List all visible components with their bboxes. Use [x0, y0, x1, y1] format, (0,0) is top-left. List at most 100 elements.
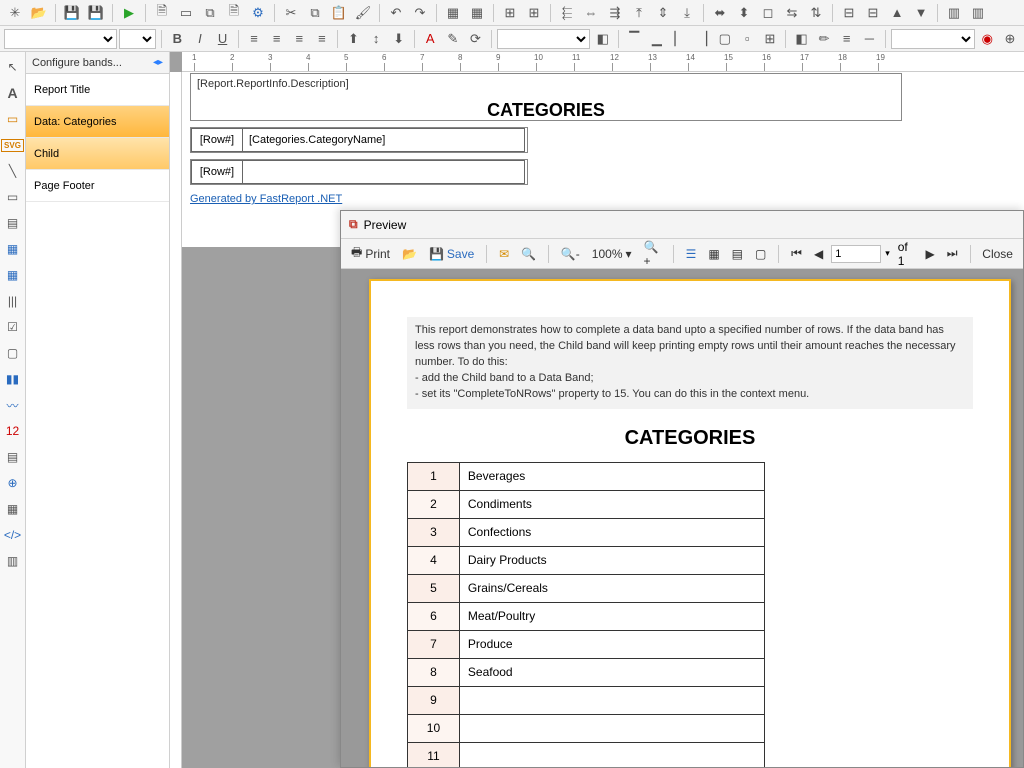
border-select[interactable]	[891, 29, 975, 49]
outline-icon[interactable]: ☰	[682, 245, 701, 263]
border-bottom-icon[interactable]: ▁	[647, 28, 668, 50]
underline-button[interactable]: U	[212, 28, 233, 50]
same-width-icon[interactable]: ⬌	[709, 2, 731, 24]
new-icon[interactable]: ✳	[4, 2, 26, 24]
picture-tool-icon[interactable]: ▭	[2, 108, 24, 130]
table-tool-icon[interactable]: ▦	[2, 238, 24, 260]
border-left-icon[interactable]: ▏	[669, 28, 690, 50]
open-icon[interactable]: 📂	[28, 2, 50, 24]
space-v-icon[interactable]: ⇅	[805, 2, 827, 24]
group-icon[interactable]: ▦	[442, 2, 464, 24]
print-button[interactable]: 🖶 Print	[347, 241, 394, 266]
valign-bottom-icon[interactable]: ⬇	[388, 28, 409, 50]
space-h-icon[interactable]: ⇆	[781, 2, 803, 24]
styles-icon[interactable]: ◧	[592, 28, 613, 50]
align-text-right-icon[interactable]: ≡	[289, 28, 310, 50]
page-footer-band[interactable]: Generated by FastReport .NET	[182, 193, 1024, 205]
format-paint-icon[interactable]: 🖌	[352, 2, 374, 24]
footer-link[interactable]: Generated by FastReport .NET	[182, 191, 342, 205]
celltext-tool-icon[interactable]: ▢	[2, 342, 24, 364]
snap-icon[interactable]: ⊞	[523, 2, 545, 24]
report-title-band[interactable]: [Report.ReportInfo.Description] CATEGORI…	[190, 73, 902, 121]
style-select[interactable]	[497, 29, 591, 49]
close-button[interactable]: Close	[978, 245, 1017, 263]
bold-button[interactable]: B	[167, 28, 188, 50]
save-icon[interactable]: 💾	[61, 2, 83, 24]
redo-icon[interactable]: ↷	[409, 2, 431, 24]
globe-tool-icon[interactable]: ⊕	[2, 472, 24, 494]
line-color-icon[interactable]: ✏	[814, 28, 835, 50]
same-height-icon[interactable]: ⬍	[733, 2, 755, 24]
delete-page-icon[interactable]: 🗎	[223, 2, 245, 24]
same-size-icon[interactable]: ◻	[757, 2, 779, 24]
zoom-level[interactable]: 100% ▾	[588, 245, 636, 263]
shape-tool-icon[interactable]: ▭	[2, 186, 24, 208]
align-right-icon[interactable]: ⇶	[604, 2, 626, 24]
center-h-icon[interactable]: ⊟	[838, 2, 860, 24]
ungroup-icon[interactable]: ▦	[466, 2, 488, 24]
extra1-icon[interactable]: ▥	[943, 2, 965, 24]
page-setup-icon[interactable]: ⚙	[247, 2, 269, 24]
zoom-out-icon[interactable]: 🔍-	[557, 245, 584, 263]
child-band[interactable]: [Row#]	[190, 159, 528, 185]
send-back-icon[interactable]: ▼	[910, 2, 932, 24]
line-style-icon[interactable]: ─	[859, 28, 880, 50]
grid-icon[interactable]: ⊞	[499, 2, 521, 24]
align-center-icon[interactable]: ⇔	[580, 2, 602, 24]
thumbnails-icon[interactable]: ▦	[704, 245, 723, 263]
pointer-icon[interactable]: ↖	[2, 56, 24, 78]
bands-collapse-icon[interactable]: ◂▸	[153, 57, 163, 68]
border-all-icon[interactable]: ▢	[714, 28, 735, 50]
edit-page-icon[interactable]: ▢	[751, 245, 770, 263]
data-band[interactable]: [Row#] [Categories.CategoryName]	[190, 127, 528, 153]
save-button[interactable]: 💾 Save	[425, 245, 478, 263]
child-row-cell[interactable]: [Row#]	[191, 160, 243, 184]
align-bottom-icon[interactable]: ⤓	[676, 2, 698, 24]
run-icon[interactable]: ▶	[118, 2, 140, 24]
align-text-center-icon[interactable]: ≡	[266, 28, 287, 50]
svg-tool-icon[interactable]: SVG	[2, 134, 24, 156]
line-tool-icon[interactable]: ╲	[2, 160, 24, 182]
title-text[interactable]: CATEGORIES	[191, 100, 901, 121]
last-page-icon[interactable]: ⏭	[943, 244, 962, 263]
copy-icon[interactable]: ⧉	[304, 2, 326, 24]
italic-button[interactable]: I	[190, 28, 211, 50]
row-num-cell[interactable]: [Row#]	[191, 128, 243, 152]
band-item[interactable]: Data: Categories	[26, 106, 169, 138]
checkbox-tool-icon[interactable]: ☑	[2, 316, 24, 338]
matrix-tool-icon[interactable]: ▦	[2, 264, 24, 286]
subreport-tool-icon[interactable]: ▥	[2, 550, 24, 572]
prev-page-icon[interactable]: ◀	[810, 245, 827, 263]
rotate-icon[interactable]: ⟳	[465, 28, 486, 50]
font-color-icon[interactable]: A	[420, 28, 441, 50]
map-tool-icon[interactable]: ▤	[2, 446, 24, 468]
band-item[interactable]: Report Title	[26, 74, 169, 106]
bring-front-icon[interactable]: ▲	[886, 2, 908, 24]
border-style-icon[interactable]: ⊞	[760, 28, 781, 50]
font-family-select[interactable]	[4, 29, 117, 49]
text-tool-icon[interactable]: A	[2, 82, 24, 104]
cut-icon[interactable]: ✂	[280, 2, 302, 24]
chart-tool-icon[interactable]: ▮▮	[2, 368, 24, 390]
page-setup-preview-icon[interactable]: ▤	[728, 245, 747, 263]
align-text-left-icon[interactable]: ≡	[244, 28, 265, 50]
page-number-input[interactable]	[831, 245, 881, 263]
valign-middle-icon[interactable]: ↕	[366, 28, 387, 50]
align-middle-icon[interactable]: ⇕	[652, 2, 674, 24]
align-left-icon[interactable]: ⬱	[556, 2, 578, 24]
html-tool-icon[interactable]: </>	[2, 524, 24, 546]
border-top-icon[interactable]: ▔	[624, 28, 645, 50]
description-expr[interactable]: [Report.ReportInfo.Description]	[191, 76, 901, 92]
conditions-icon[interactable]: ⊕	[1000, 28, 1021, 50]
add-page-icon[interactable]: 🗎	[151, 2, 173, 24]
next-page-icon[interactable]: ▶	[921, 245, 938, 263]
highlight-icon[interactable]: ✎	[443, 28, 464, 50]
digital-tool-icon[interactable]: ▦	[2, 498, 24, 520]
border-right-icon[interactable]: ▕	[692, 28, 713, 50]
richtext-tool-icon[interactable]: ▤	[2, 212, 24, 234]
align-text-justify-icon[interactable]: ≡	[312, 28, 333, 50]
format-icon[interactable]: ◉	[977, 28, 998, 50]
copy-page-icon[interactable]: ⧉	[199, 2, 221, 24]
fill-color-icon[interactable]: ◧	[791, 28, 812, 50]
add-dialog-icon[interactable]: ▭	[175, 2, 197, 24]
